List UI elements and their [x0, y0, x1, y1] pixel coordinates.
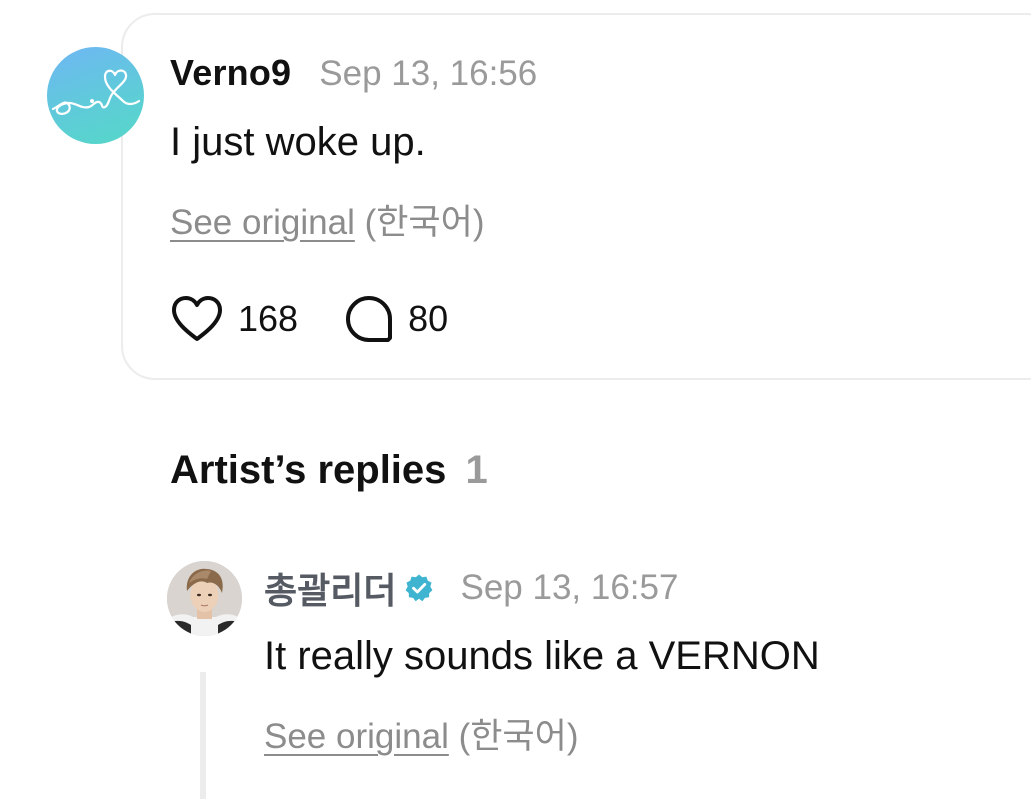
like-count: 168	[238, 298, 299, 339]
artist-replies-title: Artist’s replies	[170, 448, 447, 492]
post-timestamp: Sep 13, 16:56	[319, 54, 538, 93]
reply-header: 총괄리더 Sep 13, 16:57	[264, 566, 679, 611]
heart-icon	[170, 295, 224, 343]
avatar[interactable]	[47, 47, 144, 144]
post-body: I just woke up.	[170, 120, 426, 164]
see-original-link[interactable]: See original	[170, 203, 355, 242]
reply-timestamp: Sep 13, 16:57	[460, 568, 679, 607]
comment-count: 80	[408, 298, 449, 339]
post-author[interactable]: Verno9	[170, 52, 291, 94]
artist-replies-count: 1	[465, 448, 488, 492]
reply-author[interactable]: 총괄리더	[264, 562, 396, 614]
see-original-link[interactable]: See original	[264, 717, 449, 756]
post-translation-toggle: See original (한국어)	[170, 194, 485, 245]
artist-photo	[167, 561, 242, 636]
like-button[interactable]: 168	[170, 295, 298, 343]
thread-connector-line	[200, 672, 206, 799]
reply-translation-toggle: See original (한국어)	[264, 708, 579, 759]
artist-replies-heading: Artist’s replies 1	[170, 448, 488, 493]
original-language-label: (한국어)	[458, 717, 579, 756]
verified-badge-icon	[404, 573, 434, 603]
comment-bubble-icon	[344, 294, 394, 344]
comment-button[interactable]: 80	[344, 294, 448, 344]
reply-body: It really sounds like a VERNON	[264, 634, 820, 678]
fan-post-thread: Verno9 Sep 13, 16:56 I just woke up. See…	[0, 0, 1031, 799]
heart-doodle-avatar-icon	[51, 69, 141, 115]
original-language-label: (한국어)	[364, 203, 485, 242]
post-header: Verno9 Sep 13, 16:56	[170, 52, 537, 96]
artist-avatar[interactable]	[167, 561, 242, 636]
post-actions: 168 80	[170, 292, 448, 346]
